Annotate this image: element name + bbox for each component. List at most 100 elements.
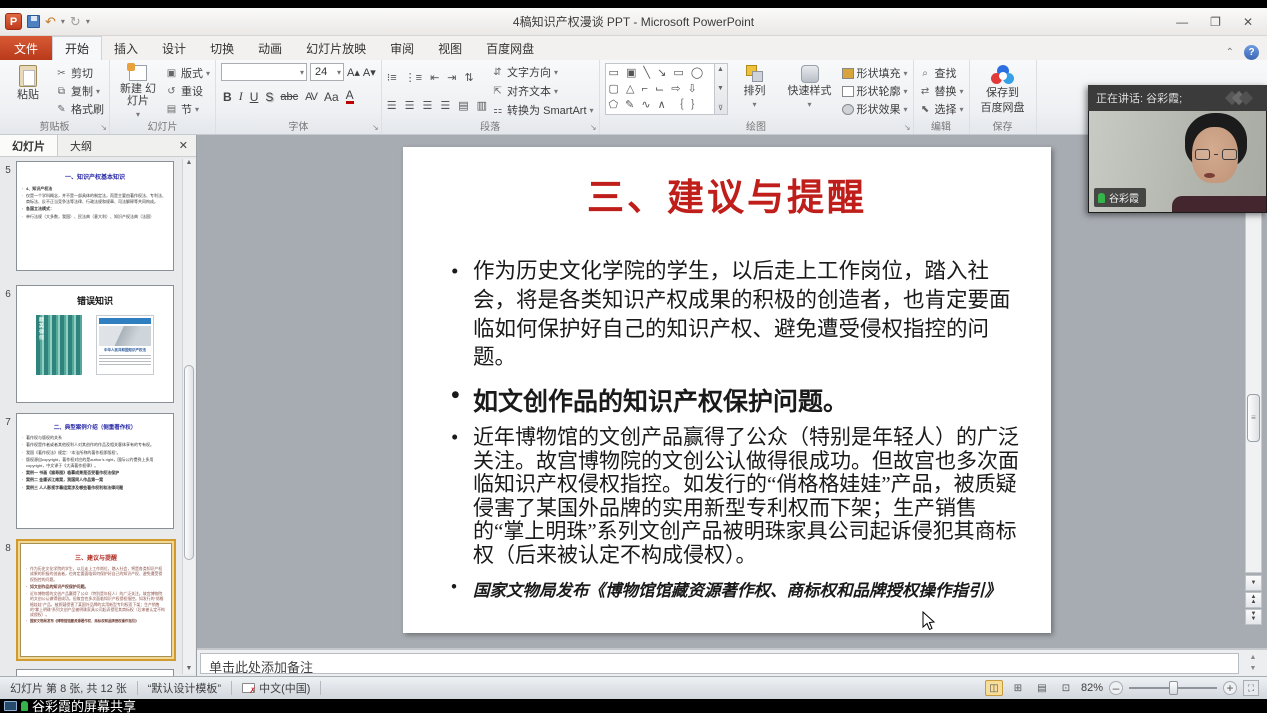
character-spacing-button[interactable]: AV	[305, 91, 317, 103]
tab-file[interactable]: 文件	[0, 36, 52, 60]
select-button[interactable]: ⬉选择▾	[919, 101, 964, 117]
zoom-out-button[interactable]: –	[1109, 681, 1123, 695]
decrease-indent-button[interactable]: ⇤	[430, 71, 439, 84]
reset-button[interactable]: ↺重设	[165, 83, 210, 99]
slide-thumbnail-6[interactable]: 6 错误知识 精英律师 中华人民共和国知识产权法	[0, 285, 174, 403]
zoom-in-button[interactable]: +	[1223, 681, 1237, 695]
powerpoint-logo-icon[interactable]: P	[5, 13, 22, 30]
change-case-button[interactable]: Aa	[324, 90, 339, 104]
align-right-button[interactable]: ☰	[422, 99, 432, 112]
screen-share-bar[interactable]: 谷彩霞的屏幕共享	[0, 699, 1267, 713]
qat-customize-icon[interactable]: ▾	[86, 17, 90, 26]
scrollbar-thumb[interactable]	[184, 365, 194, 560]
new-slide-button[interactable]: 新建 幻灯片▾	[115, 63, 161, 119]
shape-outline-button[interactable]: 形状轮廓▾	[842, 83, 908, 99]
zoom-slider-handle[interactable]	[1169, 681, 1178, 695]
line-spacing-button[interactable]: ⇅	[465, 71, 474, 84]
slide-sorter-view-button[interactable]: ⊞	[1009, 680, 1027, 696]
text-shadow-button[interactable]: S	[265, 90, 273, 104]
language-indicator[interactable]: 中文(中国)	[259, 680, 310, 696]
numbered-list-button[interactable]: ⋮≡	[405, 71, 422, 84]
participant-video[interactable]: 谷彩霞	[1088, 111, 1267, 213]
grow-font-button[interactable]: A▴	[347, 64, 360, 80]
tab-slideshow[interactable]: 幻灯片放映	[294, 36, 378, 60]
dialog-launcher-icon[interactable]: ↘	[372, 123, 379, 132]
help-icon[interactable]: ?	[1244, 45, 1259, 60]
cut-button[interactable]: ✂剪切	[55, 65, 104, 81]
scroll-down-button[interactable]: ▼	[1245, 575, 1262, 591]
dialog-launcher-icon[interactable]: ↘	[590, 123, 597, 132]
bullet-list-button[interactable]: ⁝≡	[387, 71, 397, 84]
tab-transitions[interactable]: 切换	[198, 36, 246, 60]
columns-button[interactable]: ▥	[477, 99, 487, 112]
scroll-up-icon[interactable]: ▲	[183, 159, 195, 166]
save-to-baidu-button[interactable]: 保存到 百度网盘	[975, 63, 1031, 119]
save-icon[interactable]	[27, 15, 40, 28]
tab-insert[interactable]: 插入	[102, 36, 150, 60]
notes-input[interactable]: 单击此处添加备注	[200, 653, 1239, 674]
tab-baidu-netdisk[interactable]: 百度网盘	[474, 36, 546, 60]
previous-slide-button[interactable]: ▲▲	[1245, 592, 1262, 608]
arrange-button[interactable]: 排列▾	[732, 63, 778, 119]
thumbnails-scrollbar[interactable]: ▲ ▼	[182, 159, 195, 674]
zoom-slider[interactable]	[1129, 687, 1217, 689]
slideshow-view-button[interactable]: ⊡	[1057, 680, 1075, 696]
restore-button[interactable]: ❐	[1210, 15, 1221, 29]
slide-thumbnail-8-selected[interactable]: 8 三、建议与提醒 作为历史文化学院的学生，以后走上工作岗位，踏入社会，将是各类…	[0, 539, 176, 661]
reading-view-button[interactable]: ▤	[1033, 680, 1051, 696]
find-button[interactable]: ⌕查找	[919, 65, 964, 81]
underline-button[interactable]: U	[250, 90, 259, 104]
font-name-combo[interactable]: ▾	[221, 63, 307, 81]
tab-review[interactable]: 审阅	[378, 36, 426, 60]
tab-animations[interactable]: 动画	[246, 36, 294, 60]
paste-button[interactable]: 粘贴	[5, 63, 51, 119]
meeting-header[interactable]: 正在讲话: 谷彩霞;	[1088, 85, 1267, 111]
shape-effects-button[interactable]: 形状效果▾	[842, 101, 908, 117]
section-button[interactable]: ▤节▾	[165, 101, 210, 117]
font-color-button[interactable]: A	[346, 90, 354, 104]
slide-body-placeholder[interactable]: 作为历史文化学院的学生，以后走上工作岗位，踏入社会，将是各类知识产权成果的积极的…	[403, 257, 1051, 601]
minimize-button[interactable]: —	[1176, 15, 1188, 29]
distribute-button[interactable]: ▤	[458, 99, 468, 112]
font-size-combo[interactable]: 24▾	[310, 63, 344, 81]
convert-smartart-button[interactable]: ⚏转换为 SmartArt▾	[491, 102, 593, 118]
increase-indent-button[interactable]: ⇥	[447, 71, 456, 84]
meeting-overlay[interactable]: 正在讲话: 谷彩霞; 谷彩霞	[1088, 85, 1267, 213]
align-left-button[interactable]: ☰	[387, 99, 397, 112]
close-button[interactable]: ✕	[1243, 15, 1253, 29]
undo-button[interactable]: ↶	[45, 15, 56, 29]
tab-view[interactable]: 视图	[426, 36, 474, 60]
fit-to-window-button[interactable]: ⛶	[1243, 680, 1259, 696]
collapse-ribbon-icon[interactable]: ⌃	[1226, 47, 1234, 58]
next-slide-button[interactable]: ▼▼	[1245, 609, 1262, 625]
copy-button[interactable]: ⧉复制▾	[55, 83, 104, 99]
strikethrough-button[interactable]: abc	[280, 91, 298, 103]
current-slide[interactable]: 三、建议与提醒 作为历史文化学院的学生，以后走上工作岗位，踏入社会，将是各类知识…	[403, 147, 1051, 633]
scroll-down-icon[interactable]: ▼	[183, 665, 195, 672]
align-center-button[interactable]: ☰	[405, 99, 415, 112]
text-direction-button[interactable]: ⇵文字方向▾	[491, 64, 593, 80]
slide-thumbnail-5[interactable]: 5 一、知识产权基本知识 4、知识产权法 仅是一个学科概念，并不是一部具体的制定…	[0, 161, 174, 271]
slide-title[interactable]: 三、建议与提醒	[403, 167, 1051, 221]
shape-fill-button[interactable]: 形状填充▾	[842, 65, 908, 81]
undo-dropdown-icon[interactable]: ▾	[61, 17, 65, 26]
layout-button[interactable]: ▣版式▾	[165, 65, 210, 81]
justify-button[interactable]: ☰	[440, 99, 450, 112]
tab-slides-thumbnails[interactable]: 幻灯片	[0, 135, 58, 156]
align-text-button[interactable]: ⇱对齐文本▾	[491, 83, 593, 99]
redo-button[interactable]: ↻	[70, 15, 81, 29]
slide-thumbnail-7[interactable]: 7 二、典型案例介绍（侧重著作权） 著作权与版权的关系 著作权是作者或者其他权利…	[0, 413, 174, 529]
dialog-launcher-icon[interactable]: ↘	[904, 123, 911, 132]
zoom-level[interactable]: 82%	[1081, 682, 1103, 694]
shrink-font-button[interactable]: A▾	[363, 64, 376, 80]
shape-gallery[interactable]: ▭ ▣ ╲ ↘ ▭ ◯ ▢ △ ⌐ ⌙ ⇨ ⇩ ⬠ ✎ ∿ ∧ ｛ ｝	[605, 63, 715, 115]
tab-home[interactable]: 开始	[52, 36, 102, 60]
quick-styles-button[interactable]: 快速样式▾	[782, 63, 838, 119]
spellcheck-indicator[interactable]: ✗ 中文(中国)	[232, 680, 320, 696]
tab-design[interactable]: 设计	[150, 36, 198, 60]
replace-button[interactable]: ⇄替换▾	[919, 83, 964, 99]
shape-gallery-scrollbar[interactable]: ▲ ▼ ⊽	[715, 63, 728, 115]
italic-button[interactable]: I	[239, 89, 243, 104]
dialog-launcher-icon[interactable]: ↘	[100, 123, 107, 132]
scrollbar-thumb[interactable]	[1247, 394, 1260, 442]
